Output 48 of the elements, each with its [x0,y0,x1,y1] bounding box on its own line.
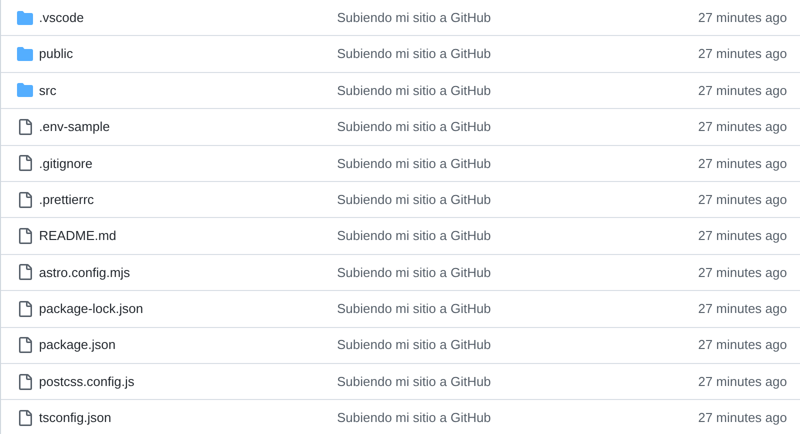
commit-time: 27 minutes ago [698,227,787,246]
file-icon [17,192,33,208]
file-name-link[interactable]: README.md [39,228,116,244]
commit-message-link[interactable]: Subiendo mi sitio a GitHub [337,410,491,426]
commit-message-link[interactable]: Subiendo mi sitio a GitHub [337,156,491,170]
commit-message-link[interactable]: Subiendo mi sitio a GitHub [337,46,491,62]
folder-icon [17,82,33,98]
file-name-link[interactable]: tsconfig.json [39,410,112,426]
file-name-link[interactable]: postcss.config.js [39,374,134,389]
file-name-link[interactable]: .env-sample [39,119,110,134]
commit-message-link[interactable]: Subiendo mi sitio a GitHub [337,82,491,98]
file-name-link[interactable]: package.json [39,337,116,352]
file-name-link[interactable]: .prettierrc [39,192,94,207]
commit-message-link[interactable]: Subiendo mi sitio a GitHub [337,228,491,244]
file-icon [17,374,33,390]
commit-message-link[interactable]: Subiendo mi sitio a GitHub [337,374,491,389]
file-icon [17,264,33,280]
commit-time: 27 minutes ago [698,82,787,100]
file-icon [17,228,33,244]
commit-time: 27 minutes ago [698,8,787,27]
folder-icon [17,10,33,26]
commit-time: 27 minutes ago [698,118,787,136]
commit-time: 27 minutes ago [698,300,787,318]
commit-time: 27 minutes ago [698,45,787,64]
file-name-link[interactable]: .gitignore [39,156,92,170]
file-icon [17,337,33,354]
file-name-link[interactable]: public [39,46,73,62]
commit-time: 27 minutes ago [698,409,787,428]
commit-time: 27 minutes ago [698,372,787,391]
commit-time: 27 minutes ago [698,190,787,209]
commit-message-link[interactable]: Subiendo mi sitio a GitHub [337,119,491,134]
file-name-link[interactable]: src [39,82,56,98]
file-icon [17,300,33,317]
commit-message-link[interactable]: Subiendo mi sitio a GitHub [337,301,491,316]
commit-message-link[interactable]: Subiendo mi sitio a GitHub [337,337,491,352]
file-icon [17,155,33,172]
commit-message-link[interactable]: Subiendo mi sitio a GitHub [337,192,491,207]
file-name-link[interactable]: package-lock.json [39,301,144,316]
folder-icon [17,46,33,62]
file-name-link[interactable]: .vscode [39,10,84,25]
commit-time: 27 minutes ago [698,336,787,354]
commit-message-link[interactable]: Subiendo mi sitio a GitHub [337,264,491,280]
file-icon [17,118,33,135]
commit-time: 27 minutes ago [698,264,787,282]
file-name-link[interactable]: astro.config.mjs [39,264,130,280]
commit-message-link[interactable]: Subiendo mi sitio a GitHub [337,10,491,25]
file-icon [17,410,33,426]
commit-time: 27 minutes ago [698,154,787,173]
